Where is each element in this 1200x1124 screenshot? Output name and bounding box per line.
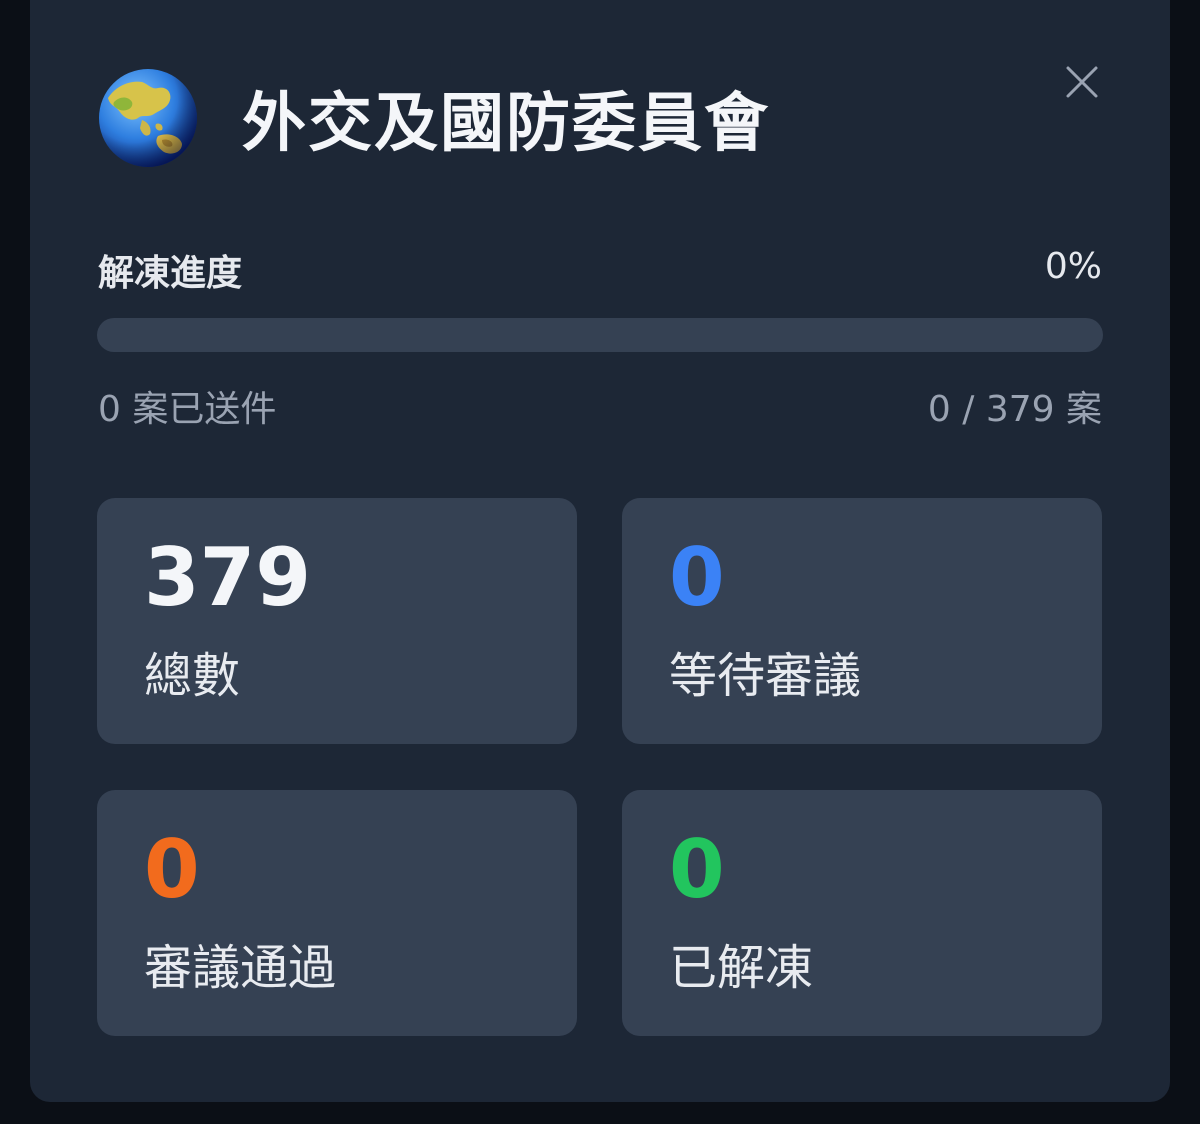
page-title: 外交及國防委員會 <box>242 87 770 161</box>
stat-card-unfrozen: 0 已解凍 <box>622 790 1102 1036</box>
panel-header: 外交及國防委員會 <box>98 66 770 170</box>
case-ratio: 0 / 379 案 <box>927 389 1102 430</box>
close-icon[interactable] <box>1064 64 1100 100</box>
sent-count: 0 案已送件 <box>98 389 277 430</box>
stat-card-pending: 0 等待審議 <box>622 498 1102 744</box>
stat-value-passed: 0 <box>144 823 200 916</box>
stat-card-passed: 0 審議通過 <box>97 790 577 1036</box>
stat-value-total: 379 <box>144 531 311 624</box>
progress-bar <box>97 318 1103 352</box>
stat-value-pending: 0 <box>669 531 725 624</box>
progress-percent: 0% <box>1044 246 1102 287</box>
stat-label-unfrozen: 已解凍 <box>669 940 814 996</box>
committee-panel: 外交及國防委員會 解凍進度 0% 0 案已送件 0 / 379 案 379 總數… <box>30 0 1170 1102</box>
stat-value-unfrozen: 0 <box>669 823 725 916</box>
stat-card-total: 379 總數 <box>97 498 577 744</box>
globe-icon <box>99 69 197 167</box>
stat-label-passed: 審議通過 <box>144 940 337 996</box>
stat-label-pending: 等待審議 <box>669 648 862 704</box>
progress-label: 解凍進度 <box>98 253 243 294</box>
stat-label-total: 總數 <box>144 648 241 704</box>
